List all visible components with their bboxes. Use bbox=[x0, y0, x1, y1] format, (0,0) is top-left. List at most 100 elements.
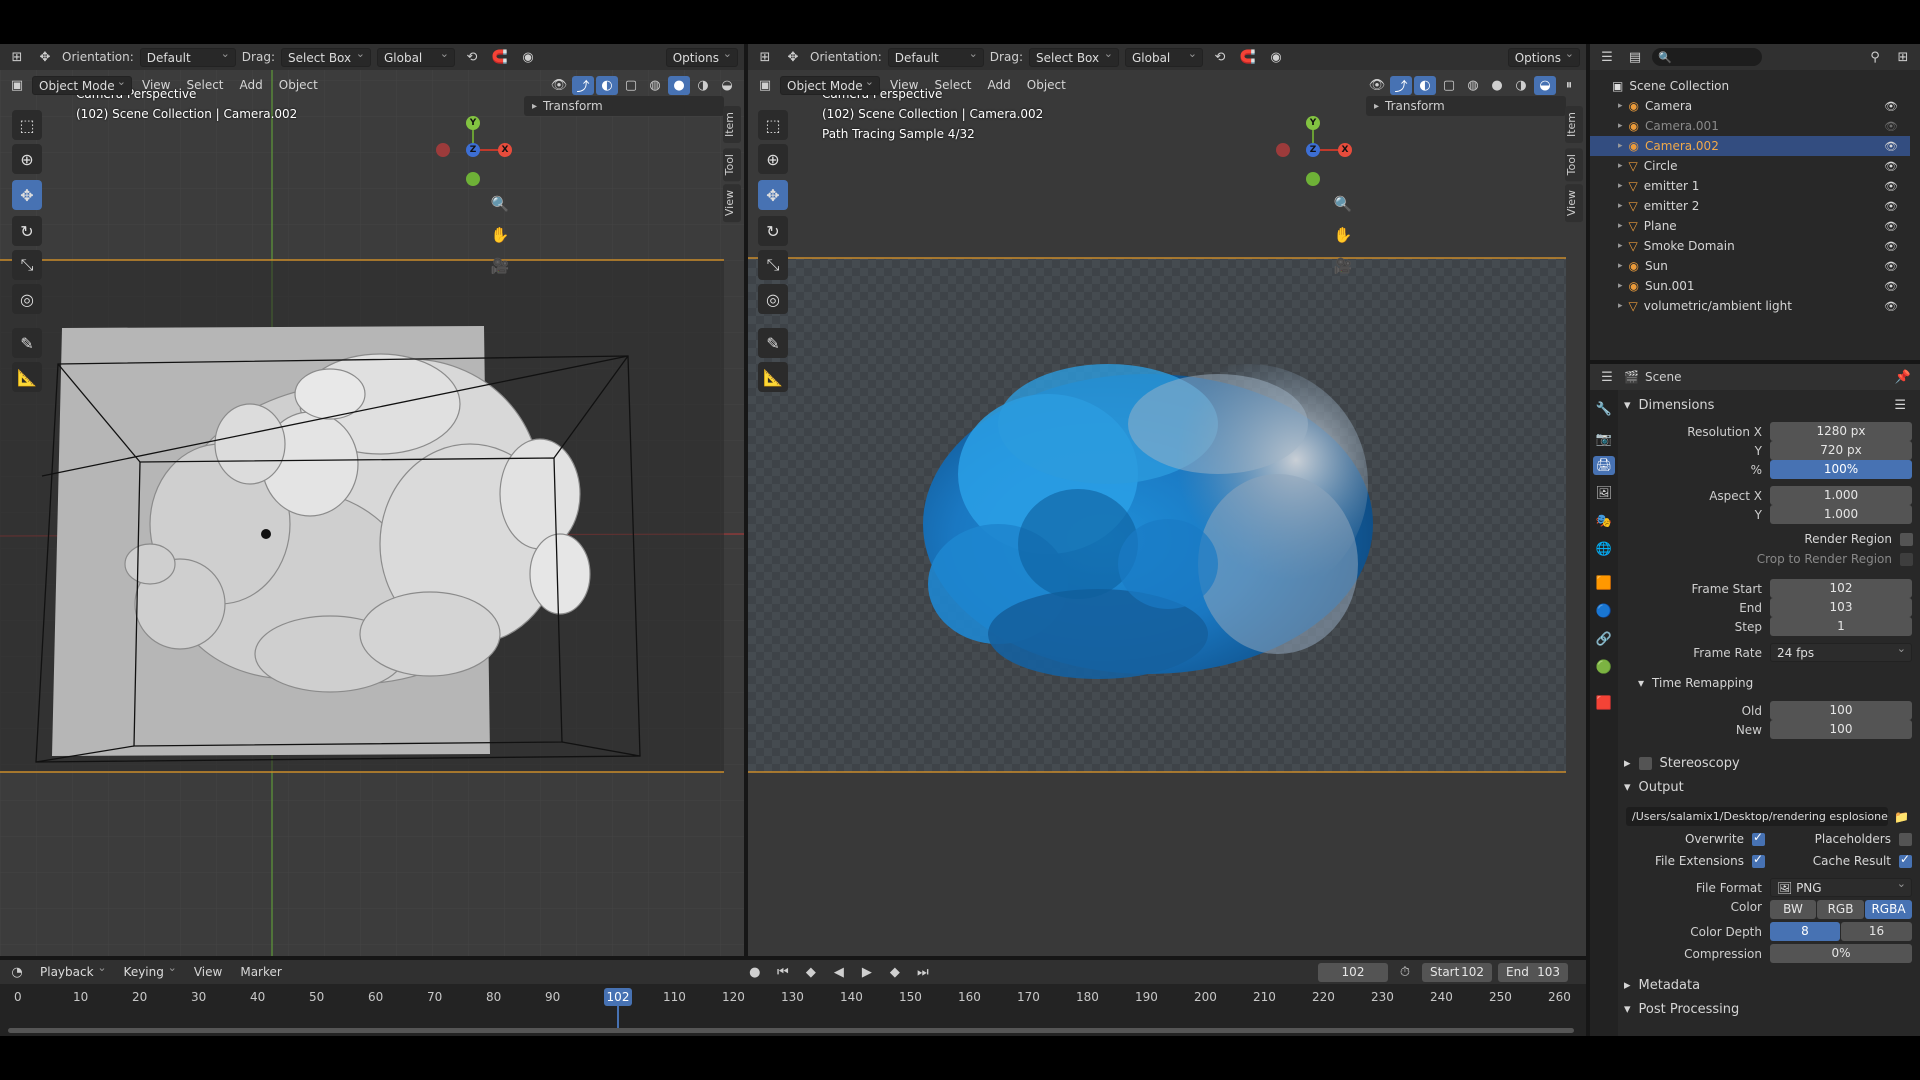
new-collection-icon[interactable]: ⊞ bbox=[1892, 48, 1914, 67]
menu-object[interactable]: Object bbox=[273, 78, 324, 92]
right-viewport[interactable]: ▸ Transform Item Tool View Camera Perspe… bbox=[748, 44, 1586, 956]
res-y-field[interactable]: 720 px bbox=[1770, 441, 1912, 460]
depth-8-button[interactable]: 8 bbox=[1770, 922, 1840, 941]
res-x-field[interactable]: 1280 px bbox=[1770, 422, 1912, 441]
editor-type-icon[interactable]: ☰ bbox=[1596, 48, 1618, 67]
gizmo-neg-x-icon[interactable] bbox=[1276, 143, 1290, 157]
expand-arrow-icon[interactable]: ▸ bbox=[1618, 241, 1623, 251]
material-shading-icon[interactable]: ◑ bbox=[1510, 76, 1532, 95]
drag-dropdown[interactable]: Select Box bbox=[280, 46, 371, 67]
frame-end-field[interactable]: 103 bbox=[1770, 598, 1912, 617]
xray-icon[interactable]: ▢ bbox=[1438, 76, 1460, 95]
gizmo-z-axis-icon[interactable]: Z bbox=[466, 143, 480, 157]
expand-arrow-icon[interactable]: ▸ bbox=[1618, 181, 1623, 191]
expand-arrow-icon[interactable]: ▸ bbox=[1618, 221, 1623, 231]
outliner-row[interactable]: ▸ ▽ Circle 👁 bbox=[1590, 156, 1910, 176]
gizmo-neg-x-icon[interactable] bbox=[436, 143, 450, 157]
playback-menu[interactable]: Playback bbox=[34, 960, 112, 982]
play-icon[interactable]: ▶ bbox=[856, 963, 878, 982]
measure-tool-icon[interactable]: 📐 bbox=[758, 362, 788, 392]
expand-arrow-icon[interactable]: ▸ bbox=[1618, 101, 1623, 111]
current-frame-field[interactable]: 102 bbox=[1318, 962, 1388, 982]
dimensions-panel-header[interactable]: ▾ Dimensions ☰ bbox=[1624, 394, 1920, 416]
list-icon[interactable]: ☰ bbox=[1894, 398, 1906, 413]
post-processing-header[interactable]: ▾ Post Processing bbox=[1624, 998, 1920, 1020]
xray-icon[interactable]: ▢ bbox=[620, 76, 642, 95]
options-dropdown[interactable]: Options bbox=[665, 46, 738, 67]
expand-arrow-icon[interactable]: ▸ bbox=[1618, 301, 1623, 311]
expand-arrow-icon[interactable]: ▸ bbox=[1618, 281, 1623, 291]
scale-tool-icon[interactable]: ⤡ bbox=[12, 250, 42, 280]
overwrite-checkbox[interactable] bbox=[1752, 830, 1765, 846]
color-rgba-button[interactable]: RGBA bbox=[1865, 900, 1912, 919]
left-tab-item[interactable]: Item bbox=[723, 106, 741, 144]
move-tool-icon[interactable]: ✥ bbox=[758, 180, 788, 210]
transform-panel-header[interactable]: Transform bbox=[1385, 99, 1445, 113]
menu-view[interactable]: View bbox=[884, 78, 924, 92]
left-tab-tool[interactable]: Tool bbox=[723, 148, 741, 182]
pivot-icon[interactable]: ⟲ bbox=[461, 48, 483, 67]
expand-arrow-icon[interactable]: ▸ bbox=[1618, 201, 1623, 211]
transform-space-dropdown[interactable]: Global bbox=[376, 46, 455, 67]
outliner-row[interactable]: ▸ ◉ Camera 👁 bbox=[1590, 96, 1910, 116]
camera-view-icon[interactable]: 🎥 bbox=[487, 253, 513, 279]
playhead[interactable]: 102 bbox=[604, 988, 632, 1006]
overlay-toggle-icon[interactable]: ◐ bbox=[596, 75, 618, 95]
wireframe-shading-icon[interactable]: ◍ bbox=[644, 76, 666, 95]
outliner-row[interactable]: ▸ ▽ volumetric/ambient light 👁 bbox=[1590, 296, 1910, 316]
outliner-search-input[interactable]: 🔍 bbox=[1652, 48, 1762, 66]
transform-orientation-icon[interactable]: ✥ bbox=[34, 48, 56, 67]
time-remapping-header[interactable]: ▾ Time Remapping bbox=[1638, 672, 1920, 694]
frame-start-field[interactable]: 102 bbox=[1770, 579, 1912, 598]
pin-icon[interactable]: 📌 bbox=[1892, 368, 1914, 387]
scale-tool-icon[interactable]: ⤡ bbox=[758, 250, 788, 280]
keying-menu[interactable]: Keying bbox=[118, 960, 182, 982]
outliner-row[interactable]: ▸ ▽ Smoke Domain 👁 bbox=[1590, 236, 1910, 256]
overlay-toggle-icon[interactable]: ◐ bbox=[1414, 75, 1436, 95]
menu-object[interactable]: Object bbox=[1021, 78, 1072, 92]
visibility-icon[interactable]: 👁 bbox=[548, 76, 570, 95]
outliner-row[interactable]: ▸ ▽ emitter 2 👁 bbox=[1590, 196, 1910, 216]
folder-icon[interactable]: 📁 bbox=[1894, 810, 1909, 824]
res-pct-slider[interactable]: 100% bbox=[1770, 460, 1912, 479]
rendered-shading-icon[interactable]: ◒ bbox=[716, 76, 738, 95]
next-keyframe-icon[interactable]: ◆ bbox=[884, 963, 906, 982]
measure-tool-icon[interactable]: 📐 bbox=[12, 362, 42, 392]
expand-arrow-icon[interactable]: ▸ bbox=[1618, 161, 1623, 171]
move-tool-icon[interactable]: ✥ bbox=[12, 180, 42, 210]
outliner-row[interactable]: ▸ ◉ Sun.001 👁 bbox=[1590, 276, 1910, 296]
left-viewport[interactable]: ▸ Transform Item Tool View Camera Perspe… bbox=[0, 44, 744, 956]
preview-range-icon[interactable]: ⏱ bbox=[1394, 963, 1416, 982]
timeline-scrollbar[interactable] bbox=[8, 1028, 1574, 1033]
gizmo-z-axis-icon[interactable]: Z bbox=[1306, 143, 1320, 157]
output-path-input[interactable]: /Users/salamix1/Desktop/rendering esplos… bbox=[1626, 807, 1888, 826]
outliner-row[interactable]: ▸ ▽ Plane 👁 bbox=[1590, 216, 1910, 236]
end-frame-field[interactable]: End 103 bbox=[1498, 962, 1568, 982]
editor-type-icon[interactable]: ☰ bbox=[1596, 368, 1618, 387]
pan-hand-icon[interactable]: ✋ bbox=[1330, 222, 1356, 248]
outliner-row[interactable]: ▸ ◉ Sun 👁 bbox=[1590, 256, 1910, 276]
visibility-eye-icon[interactable]: 👁 bbox=[1884, 300, 1898, 313]
gizmo-y-axis-icon[interactable]: Y bbox=[466, 116, 480, 130]
file-ext-checkbox[interactable] bbox=[1752, 852, 1765, 868]
orientation-dropdown[interactable]: Default bbox=[887, 46, 984, 67]
right-tab-tool[interactable]: Tool bbox=[1565, 148, 1583, 182]
pan-hand-icon[interactable]: ✋ bbox=[487, 222, 513, 248]
rendered-shading-icon[interactable]: ◒ bbox=[1534, 75, 1556, 95]
visibility-eye-icon[interactable]: 👁 bbox=[1884, 220, 1898, 233]
scene-collection-row[interactable]: ▣ Scene Collection bbox=[1590, 76, 1910, 96]
menu-add[interactable]: Add bbox=[982, 78, 1017, 92]
marker-menu[interactable]: Marker bbox=[234, 965, 287, 979]
right-tab-item[interactable]: Item bbox=[1565, 106, 1583, 144]
camera-view-icon[interactable]: 🎥 bbox=[1330, 253, 1356, 279]
navigation-gizmo[interactable]: Y X Z bbox=[1268, 108, 1358, 198]
output-panel-header[interactable]: ▾ Output bbox=[1624, 776, 1920, 798]
left-tab-view[interactable]: View bbox=[723, 184, 741, 223]
editor-type-icon[interactable]: ◔ bbox=[6, 963, 28, 982]
compression-slider[interactable]: 0% bbox=[1770, 944, 1912, 963]
zoom-icon[interactable]: 🔍 bbox=[1330, 191, 1356, 217]
cursor-tool-icon[interactable]: ⊕ bbox=[758, 144, 788, 174]
remap-old-field[interactable]: 100 bbox=[1770, 701, 1912, 720]
color-bw-button[interactable]: BW bbox=[1770, 900, 1816, 919]
expand-arrow-icon[interactable]: ▸ bbox=[1618, 141, 1623, 151]
